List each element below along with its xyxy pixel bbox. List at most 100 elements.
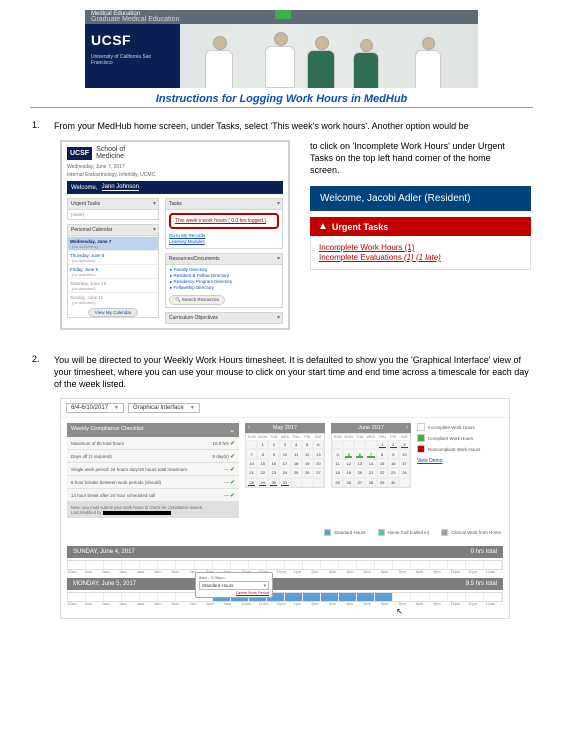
calendar-cell[interactable]: 31 bbox=[279, 478, 290, 487]
personal-calendar-header[interactable]: Personal Calendar▾ bbox=[67, 224, 159, 236]
calendar-cell[interactable]: 16 bbox=[388, 459, 399, 468]
calendar-cell[interactable]: 30 bbox=[268, 478, 279, 487]
calendar-cell[interactable]: 7 bbox=[365, 449, 376, 458]
calendar-cell[interactable]: 4 bbox=[332, 449, 343, 458]
prev-month-icon[interactable]: ‹ bbox=[245, 425, 253, 431]
calendar-cell[interactable]: 14 bbox=[246, 459, 257, 468]
calendar-cell[interactable]: 10 bbox=[399, 449, 410, 458]
resource-link[interactable]: Fellowship Directory bbox=[170, 285, 278, 291]
hours-type-select[interactable]: Standard Hours▾ bbox=[199, 581, 269, 590]
calendar-cell[interactable] bbox=[291, 478, 302, 487]
this-weeks-work-hours-link[interactable]: This week's work hours ( 0.0 hrs logged … bbox=[175, 218, 273, 224]
calendar-cell[interactable] bbox=[302, 478, 313, 487]
calendar-cell[interactable]: 20 bbox=[313, 459, 324, 468]
calendar-cell[interactable]: 5 bbox=[343, 449, 354, 458]
calendar-cell[interactable]: 28 bbox=[365, 478, 376, 487]
calendar-cell[interactable]: 19 bbox=[343, 468, 354, 477]
timeline-sunday[interactable]: 12am1am2am3am4am5am6am7am8am9am10am11am1… bbox=[67, 560, 503, 574]
calendar-cell[interactable]: 26 bbox=[343, 478, 354, 487]
calendar-cell[interactable]: 5 bbox=[302, 440, 313, 449]
objectives-header[interactable]: Curriculum Objectives▾ bbox=[165, 312, 283, 324]
calendar-cell[interactable]: 12 bbox=[302, 449, 313, 458]
calendar-cell[interactable]: 12 bbox=[343, 459, 354, 468]
calendar-cell[interactable]: 9 bbox=[388, 449, 399, 458]
calendar-cell[interactable]: 13 bbox=[313, 449, 324, 458]
calendar-cell[interactable]: 4 bbox=[291, 440, 302, 449]
calendar-cell[interactable]: 3 bbox=[399, 440, 410, 449]
calendar-cell[interactable]: 17 bbox=[399, 459, 410, 468]
learning-modules-link[interactable]: Learning Modules bbox=[169, 239, 279, 244]
calendar-cell[interactable] bbox=[365, 440, 376, 449]
calendar-cell[interactable]: 13 bbox=[354, 459, 365, 468]
tasks-header[interactable]: Tasks▾ bbox=[165, 198, 283, 210]
resources-header[interactable]: Resources/Documents▾ bbox=[165, 253, 283, 265]
calendar-cell[interactable]: 8 bbox=[257, 449, 268, 458]
calendar-cell[interactable]: 23 bbox=[268, 468, 279, 477]
calendar-cell[interactable]: 24 bbox=[279, 468, 290, 477]
delete-work-period-link[interactable]: Delete Work Period bbox=[199, 591, 269, 595]
calendar-cell[interactable]: 11 bbox=[291, 449, 302, 458]
view-calendar-button[interactable]: View My Calendar bbox=[88, 308, 138, 317]
calendar-day[interactable]: Thursday, June 8(no activities) bbox=[68, 250, 158, 264]
collapse-icon[interactable]: ⌄ bbox=[229, 426, 235, 434]
collapse-icon[interactable]: ▾ bbox=[277, 255, 280, 262]
calendar-cell[interactable]: 18 bbox=[332, 468, 343, 477]
calendar-cell[interactable]: 7 bbox=[246, 449, 257, 458]
incomplete-evaluations-link[interactable]: Incomplete Evaluations (1) (1 late) bbox=[319, 253, 522, 262]
calendar-cell[interactable]: 19 bbox=[302, 459, 313, 468]
calendar-day[interactable]: Wednesday, June 7(no activities) bbox=[68, 236, 158, 250]
calendar-cell[interactable]: 8 bbox=[377, 449, 388, 458]
collapse-icon[interactable]: ▾ bbox=[153, 200, 156, 207]
calendar-cell[interactable]: 20 bbox=[354, 468, 365, 477]
interface-select[interactable]: Graphical Interface▼ bbox=[128, 403, 200, 413]
calendar-cell[interactable]: 30 bbox=[388, 478, 399, 487]
calendar-cell[interactable] bbox=[246, 440, 257, 449]
calendar-cell[interactable]: 21 bbox=[365, 468, 376, 477]
records-link[interactable]: Go to My Records bbox=[169, 233, 279, 238]
urgent-tasks-header[interactable]: Urgent Tasks▾ bbox=[67, 198, 159, 210]
calendar-cell[interactable]: 15 bbox=[377, 459, 388, 468]
calendar-cell[interactable]: 22 bbox=[257, 468, 268, 477]
calendar-cell[interactable]: 2 bbox=[268, 440, 279, 449]
next-month-icon[interactable]: › bbox=[403, 425, 411, 431]
calendar-cell[interactable]: 10 bbox=[279, 449, 290, 458]
calendar-cell[interactable]: 11 bbox=[332, 459, 343, 468]
calendar-day[interactable]: Saturday, June 10(no activities) bbox=[68, 278, 158, 292]
calendar-cell[interactable] bbox=[399, 478, 410, 487]
timeline-monday[interactable]: 8am – 5:30pm Standard Hours▾ Delete Work… bbox=[67, 592, 503, 606]
calendar-cell[interactable]: 3 bbox=[279, 440, 290, 449]
calendar-cell[interactable]: 22 bbox=[377, 468, 388, 477]
collapse-icon[interactable]: ▾ bbox=[277, 314, 280, 321]
calendar-cell[interactable]: 29 bbox=[377, 478, 388, 487]
search-resources-button[interactable]: 🔍 Search Resources bbox=[169, 295, 225, 305]
collapse-icon[interactable]: ▾ bbox=[153, 226, 156, 233]
view-demo-link[interactable]: View Demo bbox=[417, 458, 442, 464]
calendar-day[interactable]: Sunday, June 11(no activities) bbox=[68, 292, 158, 306]
calendar-cell[interactable]: 27 bbox=[313, 468, 324, 477]
calendar-cell[interactable]: 16 bbox=[268, 459, 279, 468]
calendar-cell[interactable]: 25 bbox=[291, 468, 302, 477]
calendar-cell[interactable]: 29 bbox=[257, 478, 268, 487]
calendar-cell[interactable]: 2 bbox=[388, 440, 399, 449]
calendar-cell[interactable]: 27 bbox=[354, 478, 365, 487]
calendar-cell[interactable]: 14 bbox=[365, 459, 376, 468]
calendar-cell[interactable]: 1 bbox=[377, 440, 388, 449]
calendar-cell[interactable] bbox=[313, 478, 324, 487]
calendar-cell[interactable]: 1 bbox=[257, 440, 268, 449]
calendar-cell[interactable]: 6 bbox=[313, 440, 324, 449]
calendar-cell[interactable]: 28 bbox=[246, 478, 257, 487]
calendar-cell[interactable]: 26 bbox=[302, 468, 313, 477]
wc-header[interactable]: Weekly Compliance Checklist⌄ bbox=[67, 423, 239, 437]
calendar-cell[interactable]: 18 bbox=[291, 459, 302, 468]
calendar-cell[interactable]: 6 bbox=[354, 449, 365, 458]
calendar-cell[interactable]: 24 bbox=[399, 468, 410, 477]
calendar-cell[interactable]: 23 bbox=[388, 468, 399, 477]
calendar-cell[interactable]: 17 bbox=[279, 459, 290, 468]
calendar-cell[interactable]: 21 bbox=[246, 468, 257, 477]
incomplete-work-hours-link[interactable]: Incomplete Work Hours (1) bbox=[319, 243, 522, 252]
week-select[interactable]: 6/4-6/10/2017▼ bbox=[66, 403, 124, 413]
collapse-icon[interactable]: ▾ bbox=[277, 200, 280, 207]
calendar-cell[interactable] bbox=[332, 440, 343, 449]
calendar-day[interactable]: Friday, June 9(no activities) bbox=[68, 264, 158, 278]
calendar-cell[interactable] bbox=[354, 440, 365, 449]
